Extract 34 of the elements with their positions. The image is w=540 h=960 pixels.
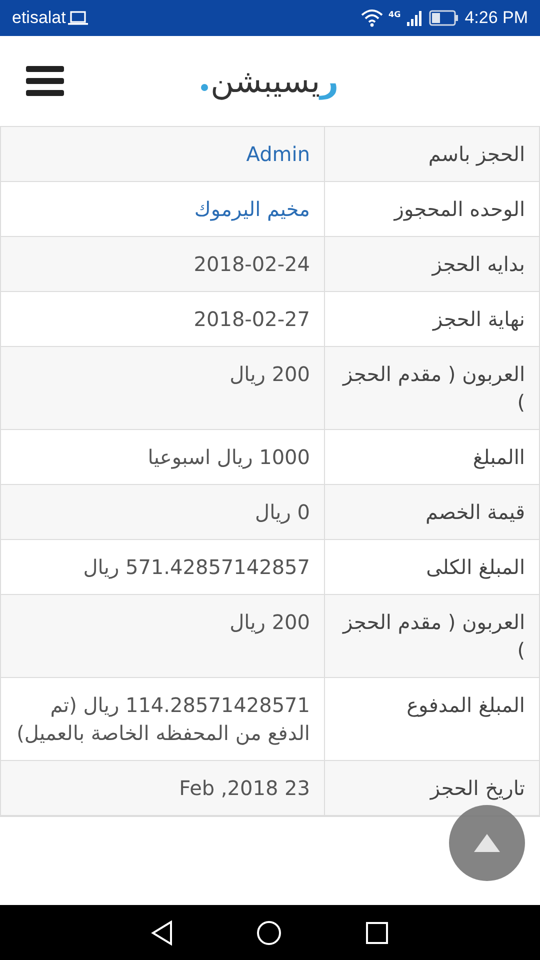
row-value: 200 ريال (228, 609, 311, 636)
row-label: العربون ( مقدم الحجز ) (324, 347, 539, 429)
value-link[interactable]: مخيم اليرموك (1, 182, 324, 236)
row-label: نهاية الحجز (324, 292, 539, 346)
row-value: 2018-02-27 (192, 306, 311, 333)
row-label: بدايه الحجز (324, 237, 539, 291)
carrier-name: etisalat (12, 7, 66, 30)
row-label: العربون ( مقدم الحجز ) (324, 595, 539, 677)
menu-button[interactable] (26, 64, 64, 98)
recents-icon[interactable] (364, 920, 389, 944)
row-label: االمبلغ (324, 430, 539, 484)
clock: 4:26 PM (464, 7, 528, 30)
row-value: 200 ريال (228, 361, 311, 388)
battery-icon (428, 10, 459, 26)
row-label: المبلغ الكلى (324, 540, 539, 594)
laptop-icon (68, 10, 88, 26)
row-label: الحجز باسم (324, 127, 539, 181)
back-icon[interactable] (151, 920, 174, 946)
signal-icon (406, 10, 423, 26)
up-triangle-icon (474, 834, 500, 852)
value-link[interactable]: Admin (1, 127, 324, 181)
home-icon[interactable] (256, 920, 282, 946)
row-label: قيمة الخصم (324, 485, 539, 539)
row-value: 114.28571428571 ريال (تم الدفع من المحفظه الخاصة بالعميل) (16, 692, 311, 747)
row-value: 1000 ريال اسبوعيا (146, 444, 311, 471)
row-label: الوحده المحجوز (324, 182, 539, 236)
row-label: المبلغ المدفوع (324, 678, 539, 760)
wifi-icon (360, 9, 383, 27)
row-value: Feb ,2018 23 (178, 775, 311, 802)
row-value: 571.42857142857 ريال (82, 554, 311, 581)
logo-text: ريسيبشن (210, 61, 339, 101)
network-type: 4G (388, 9, 401, 22)
row-value: 2018-02-24 (192, 251, 311, 278)
row-value: 0 ريال (254, 499, 311, 526)
